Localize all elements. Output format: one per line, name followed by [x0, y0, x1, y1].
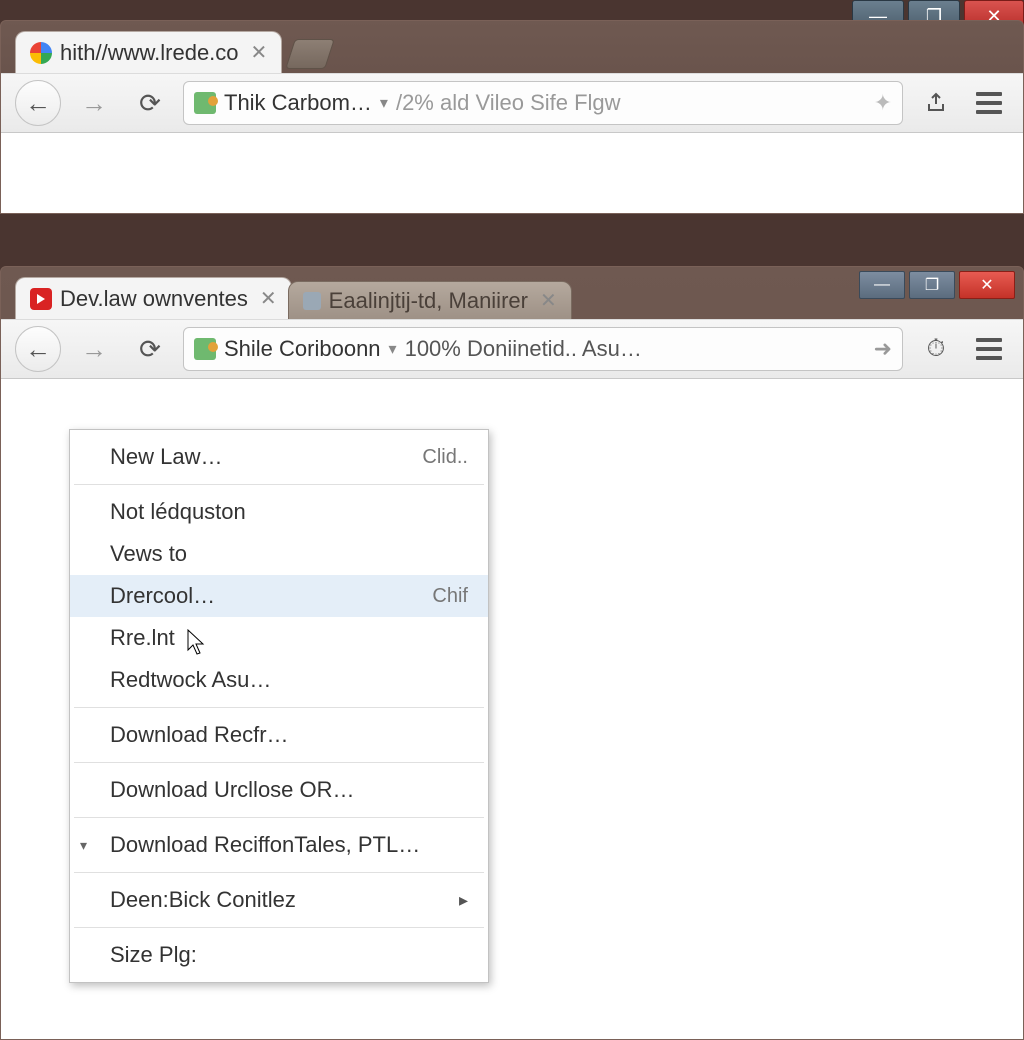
favicon-icon [30, 288, 52, 310]
page-content [1, 133, 1023, 213]
menu-item-shortcut: Clid.. [422, 446, 468, 469]
caret-icon: ▾ [80, 837, 87, 854]
minimize-button[interactable]: — [859, 271, 905, 299]
site-icon [194, 338, 216, 360]
omnibox-main: Thik Carbom… [224, 90, 372, 116]
page-content: New Law… Clid.. Not lédquston Vews to Drerco… [1, 379, 1023, 1039]
share-icon [924, 91, 948, 115]
favicon-icon [303, 292, 321, 310]
share-button[interactable] [913, 80, 959, 126]
menu-separator [74, 872, 484, 873]
omnibox-main: Shile Coriboonn [224, 336, 381, 362]
reload-button[interactable]: ⟳ [127, 80, 173, 126]
menu-item[interactable]: Rre.lnt [70, 617, 488, 659]
menu-item[interactable]: ▾ Download ReciffonTales, PTL… [70, 824, 488, 866]
favicon-icon [30, 42, 52, 64]
menu-item[interactable]: Download Urcllose OR… [70, 769, 488, 811]
menu-item[interactable]: Vews to [70, 533, 488, 575]
menu-item-label: Download Recfr… [110, 722, 289, 748]
menu-item-label: Rre.lnt [110, 625, 175, 651]
menu-item[interactable]: Not lédquston [70, 491, 488, 533]
menu-item-label: Not lédquston [110, 499, 246, 525]
menu-item[interactable]: Redtwock Asu… [70, 659, 488, 701]
tabstrip: hith//www.lrede.co ✕ [1, 21, 1023, 73]
menu-item-label: Download Urcllose OR… [110, 777, 355, 803]
context-menu: New Law… Clid.. Not lédquston Vews to Drerco… [69, 429, 489, 983]
omnibox[interactable]: Shile Coriboonn ▾ 100% Doniinetid.. Asu…… [183, 327, 903, 371]
forward-button[interactable]: → [71, 80, 117, 126]
new-tab-button[interactable] [285, 39, 335, 69]
omnibox-dropdown-icon[interactable]: ▾ [389, 339, 397, 359]
menu-item-label: Redtwock Asu… [110, 667, 271, 693]
browser-window-2: — ❐ ✕ Dev.law ownventes ✕ Eaalinjtij-td,… [0, 266, 1024, 1040]
toolbar: ← → ⟳ Shile Coriboonn ▾ 100% Doniinetid.… [1, 319, 1023, 379]
menu-separator [74, 762, 484, 763]
menu-button[interactable] [969, 329, 1009, 369]
tab-close-icon[interactable]: ✕ [251, 40, 268, 65]
tab-active[interactable]: Dev.law ownventes ✕ [15, 277, 292, 319]
tab-active[interactable]: hith//www.lrede.co ✕ [15, 31, 282, 73]
menu-item[interactable]: Drercool… Chif [70, 575, 488, 617]
menu-item-label: New Law… [110, 444, 222, 470]
tab-close-icon[interactable]: ✕ [540, 288, 557, 313]
close-button[interactable]: ✕ [959, 271, 1015, 299]
menu-item-label: Vews to [110, 541, 187, 567]
menu-separator [74, 707, 484, 708]
tab-title: Dev.law ownventes [60, 286, 248, 312]
menu-separator [74, 484, 484, 485]
omnibox[interactable]: Thik Carbom… ▾ /2% ald Vileo Sife Flgw ✦ [183, 81, 903, 125]
menu-item-label: Download ReciffonTales, PTL… [110, 832, 420, 858]
menu-item-label: Size Plg: [110, 942, 197, 968]
menu-item[interactable]: Download Recfr… [70, 714, 488, 756]
omnibox-go-icon[interactable]: ➜ [874, 336, 892, 362]
tab-close-icon[interactable]: ✕ [260, 286, 277, 311]
browser-window-1: hith//www.lrede.co ✕ ← → ⟳ Thik Carbom… … [0, 20, 1024, 214]
back-button[interactable]: ← [15, 80, 61, 126]
submenu-arrow-icon: ▸ [459, 890, 468, 911]
menu-item[interactable]: Size Plg: [70, 934, 488, 976]
menu-button[interactable] [969, 83, 1009, 123]
back-button[interactable]: ← [15, 326, 61, 372]
restore-button[interactable]: ❐ [909, 271, 955, 299]
toolbar: ← → ⟳ Thik Carbom… ▾ /2% ald Vileo Sife … [1, 73, 1023, 133]
tab-title: Eaalinjtij-td, Maniirer [329, 288, 528, 314]
reload-button[interactable]: ⟳ [127, 326, 173, 372]
menu-separator [74, 817, 484, 818]
menu-item-shortcut: Chif [432, 585, 468, 608]
menu-item[interactable]: New Law… Clid.. [70, 436, 488, 478]
timer-button[interactable]: ⏱ [913, 326, 959, 372]
omnibox-dropdown-icon[interactable]: ▾ [380, 93, 388, 113]
omnibox-go-icon[interactable]: ✦ [874, 90, 892, 116]
forward-button[interactable]: → [71, 326, 117, 372]
site-icon [194, 92, 216, 114]
menu-item[interactable]: Deen:Bick Conitlez ▸ [70, 879, 488, 921]
tab-title: hith//www.lrede.co [60, 40, 239, 66]
menu-item-label: Deen:Bick Conitlez [110, 887, 296, 913]
omnibox-suffix: 100% Doniinetid.. Asu… [405, 336, 642, 362]
menu-item-label: Drercool… [110, 583, 215, 609]
window-controls: — ❐ ✕ [859, 271, 1015, 299]
menu-separator [74, 927, 484, 928]
tab-inactive[interactable]: Eaalinjtij-td, Maniirer ✕ [288, 281, 572, 319]
omnibox-suffix: /2% ald Vileo Sife Flgw [396, 90, 621, 116]
